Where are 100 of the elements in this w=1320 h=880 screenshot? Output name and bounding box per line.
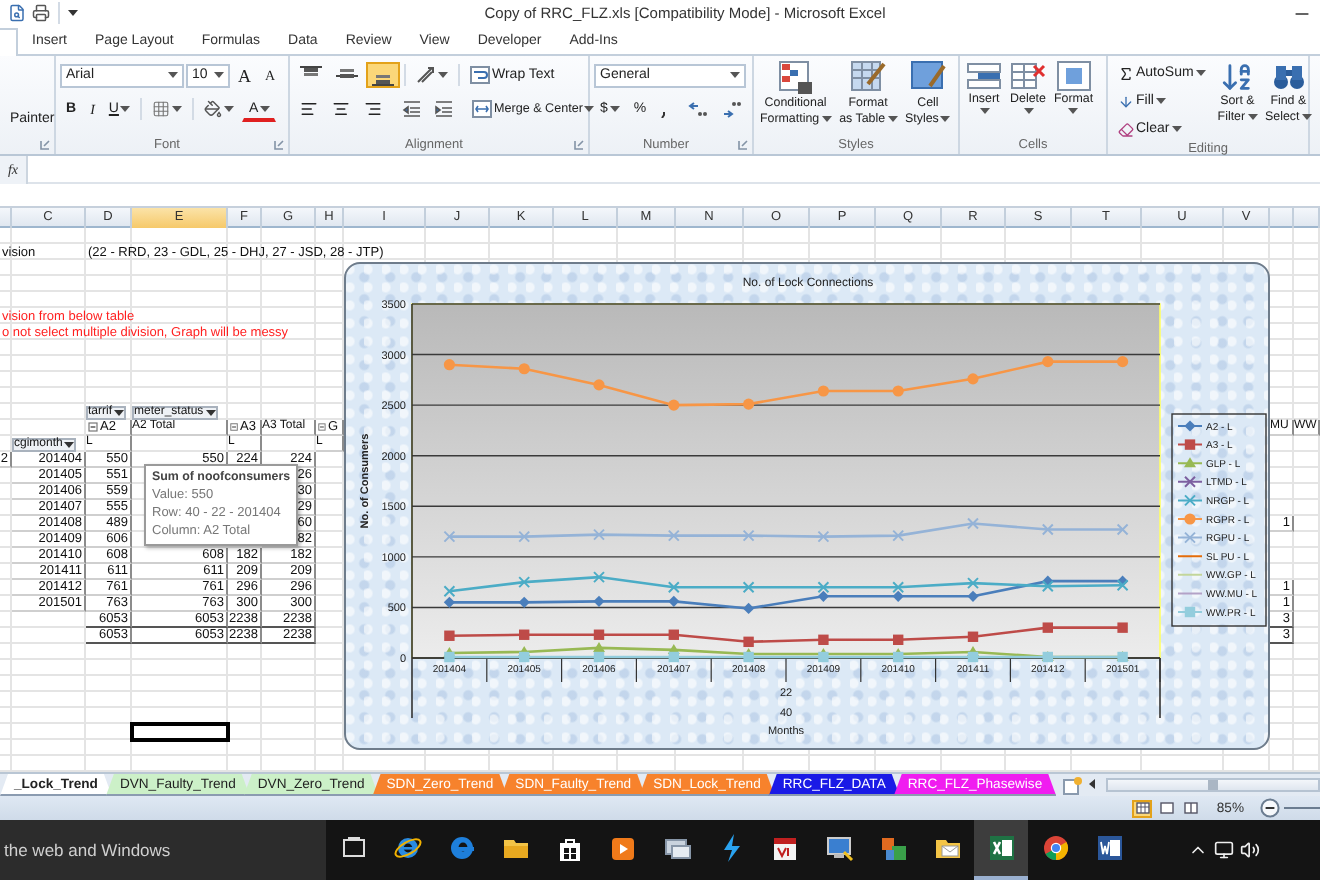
decimal-arrow-icon (722, 100, 743, 118)
caret-icon (1023, 107, 1033, 113)
down-arrow-icon (1118, 93, 1134, 109)
binoculars-icon (1271, 60, 1306, 94)
point (742, 581, 755, 594)
point (593, 651, 605, 663)
scroll-left-icon[interactable] (1086, 774, 1099, 794)
point (892, 581, 905, 594)
point (1041, 580, 1054, 593)
caret-icon (205, 409, 216, 415)
dialog-launcher-icon[interactable] (40, 139, 50, 149)
dialog-launcher-icon[interactable] (738, 139, 748, 149)
caret-icon (214, 72, 224, 78)
point (518, 596, 530, 608)
point (667, 529, 680, 542)
point (443, 359, 455, 371)
page-view-icon (1159, 802, 1174, 814)
play-icon (610, 835, 636, 861)
point (892, 590, 904, 602)
point (519, 629, 530, 640)
caret-icon (821, 115, 832, 122)
caret-icon (887, 115, 898, 122)
caret-icon (1068, 107, 1079, 113)
print-preview-icon[interactable] (8, 4, 26, 22)
dialog-launcher-icon[interactable] (574, 139, 584, 149)
point (1042, 356, 1054, 368)
legend-swatch (1177, 439, 1203, 450)
conditional-formatting-icon (777, 60, 814, 96)
merge-cells-icon (472, 100, 492, 118)
paint-bucket-icon (204, 100, 223, 118)
legend-swatch (1177, 420, 1203, 432)
point (817, 385, 829, 397)
network-icon[interactable] (1214, 840, 1234, 860)
horizontal-scrollbar[interactable] (1106, 778, 1320, 792)
vertical-align-button[interactable] (366, 62, 400, 88)
folder-icon (501, 836, 529, 860)
caret-icon (120, 106, 131, 112)
browser-icon (1041, 834, 1069, 862)
view-button[interactable] (1180, 799, 1201, 817)
point (593, 595, 605, 607)
view-button[interactable] (1132, 799, 1153, 817)
grid-view-icon (1135, 802, 1150, 814)
point (443, 596, 455, 608)
legend-swatch (1177, 531, 1203, 544)
browser-icon (447, 834, 475, 862)
legend-swatch (1177, 475, 1203, 488)
printer-icon[interactable] (32, 4, 50, 22)
caret-icon (172, 106, 183, 112)
caret-icon (114, 409, 124, 415)
point (892, 385, 904, 397)
caret-icon (1155, 98, 1166, 104)
caret-icon (1195, 70, 1206, 76)
envelope-icon (933, 836, 961, 860)
caret-icon (168, 72, 178, 78)
taskbar-button[interactable] (974, 820, 1028, 880)
collapse-icon[interactable] (88, 422, 98, 432)
caret-icon (64, 441, 75, 447)
point (444, 651, 455, 663)
active-cell[interactable] (130, 722, 230, 742)
caret-icon (609, 106, 620, 112)
point (668, 399, 680, 411)
collapse-icon[interactable] (230, 422, 239, 432)
indent-icon (402, 100, 420, 118)
caret-icon (940, 115, 951, 122)
caret-icon (584, 106, 595, 112)
point (817, 530, 830, 543)
view-button[interactable] (1156, 799, 1177, 817)
point (518, 363, 530, 375)
point (668, 651, 679, 663)
search-field[interactable]: the web and Windows (0, 820, 326, 880)
point (518, 530, 531, 543)
point (967, 631, 979, 642)
dialog-launcher-icon[interactable] (274, 139, 284, 149)
indent-icon (434, 100, 452, 118)
grow-font-button[interactable]: A (232, 62, 257, 88)
legend-swatch (1177, 513, 1203, 525)
sigma-icon (1118, 65, 1134, 81)
point (593, 379, 605, 391)
caret-icon (1171, 126, 1182, 132)
point (818, 651, 829, 663)
volume-icon[interactable] (1240, 840, 1260, 860)
point (668, 629, 679, 640)
shopping-bag-icon (557, 835, 581, 861)
point (817, 581, 830, 594)
zoom-slider-track (1284, 804, 1320, 812)
spreadsheet-icon (987, 834, 1015, 862)
point (444, 630, 455, 641)
task-view-icon (341, 836, 365, 860)
point (743, 602, 755, 615)
boxes-icon (879, 835, 907, 861)
collapse-icon[interactable] (318, 422, 326, 432)
point (743, 636, 754, 648)
zoom-out-button[interactable] (1260, 798, 1280, 818)
document-icon (1095, 834, 1123, 862)
eraser-icon (1118, 121, 1134, 137)
delete-cells-icon (1010, 60, 1046, 92)
point (668, 595, 680, 607)
point (742, 529, 755, 542)
point (443, 530, 456, 543)
caret-icon (979, 107, 989, 113)
